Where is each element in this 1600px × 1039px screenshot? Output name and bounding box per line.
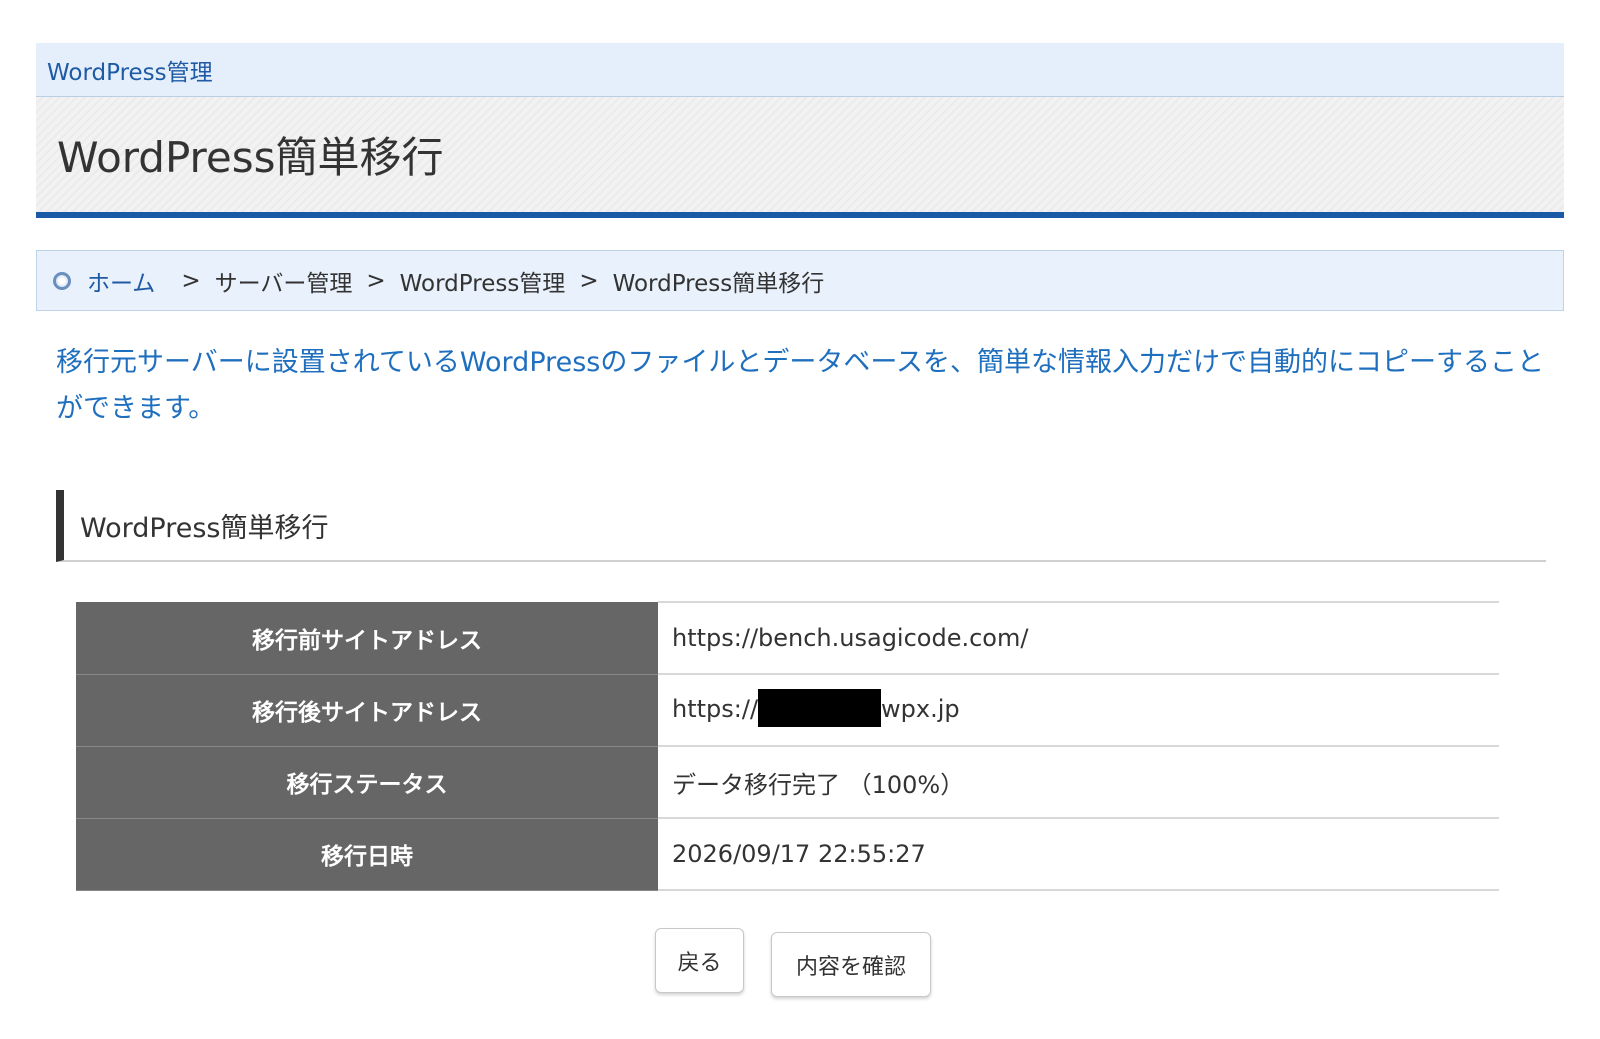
- row-value-datetime: 2026/09/17 22:55:27: [658, 817, 1499, 891]
- redacted-block: [758, 689, 882, 727]
- row-label-status: 移行ステータス: [76, 746, 658, 819]
- breadcrumb-item-wordpress-admin: WordPress管理: [399, 270, 566, 297]
- table-row: 移行日時 2026/09/17 22:55:27: [76, 817, 1499, 891]
- row-value-status: データ移行完了 （100%）: [658, 745, 1499, 819]
- page-description: 移行元サーバーに設置されているWordPressのファイルとデータベースを、簡単…: [56, 347, 1545, 424]
- title-header: WordPress簡単移行: [36, 97, 1564, 218]
- section-link-wordpress-admin[interactable]: WordPress管理: [47, 53, 213, 87]
- page-title: WordPress簡単移行: [57, 133, 444, 182]
- row-label-datetime: 移行日時: [76, 818, 658, 891]
- row-label-destination-address: 移行後サイトアドレス: [76, 674, 658, 747]
- row-label-source-address: 移行前サイトアドレス: [76, 602, 658, 675]
- section-heading-text: WordPress簡単移行: [80, 512, 329, 544]
- destination-address-suffix: wpx.jp: [881, 695, 960, 723]
- row-value-source-address: https://bench.usagicode.com/: [658, 601, 1499, 675]
- back-button[interactable]: 戻る: [655, 928, 744, 993]
- table-row: 移行前サイトアドレス https://bench.usagicode.com/: [76, 601, 1499, 675]
- home-bullet-icon: [53, 271, 71, 290]
- table-row: 移行ステータス データ移行完了 （100%）: [76, 745, 1499, 819]
- breadcrumb-home-link[interactable]: ホーム: [87, 264, 155, 298]
- section-heading: WordPress簡単移行: [56, 490, 1546, 562]
- section-bar: WordPress管理: [36, 43, 1564, 97]
- destination-address-prefix: https://: [672, 695, 759, 723]
- page: WordPress管理 WordPress簡単移行 ホーム > サーバー管理 >…: [0, 0, 1600, 1039]
- breadcrumb-separator: >: [366, 267, 386, 294]
- table-row: 移行後サイトアドレス https:// wpx.jp: [76, 673, 1499, 747]
- breadcrumb-item-server-admin: サーバー管理: [214, 270, 353, 297]
- breadcrumb-item-current: WordPress簡単移行: [612, 270, 825, 297]
- migration-info-table: 移行前サイトアドレス https://bench.usagicode.com/ …: [76, 601, 1499, 891]
- row-value-destination-address: https:// wpx.jp: [658, 673, 1499, 747]
- breadcrumb: ホーム > サーバー管理 > WordPress管理 > WordPress簡単…: [36, 250, 1564, 311]
- confirm-button[interactable]: 内容を確認: [771, 932, 931, 997]
- breadcrumb-separator: >: [181, 267, 201, 294]
- breadcrumb-separator: >: [579, 267, 599, 294]
